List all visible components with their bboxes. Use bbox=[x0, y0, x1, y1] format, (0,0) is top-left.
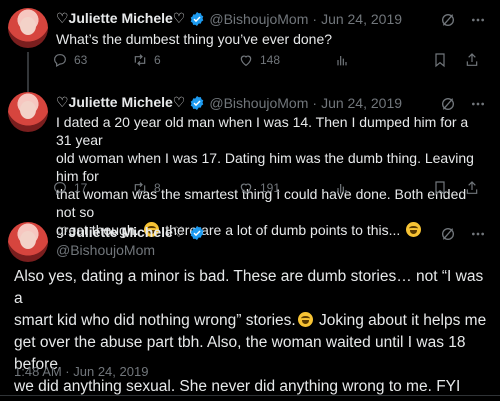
retweet-count: 8 bbox=[154, 181, 161, 195]
text-line: I dated a 20 year old man when I was 14.… bbox=[56, 114, 469, 148]
handle[interactable]: @BishoujoMom bbox=[209, 11, 308, 27]
like-icon bbox=[240, 55, 252, 67]
like-icon bbox=[240, 183, 252, 195]
reply-count: 17 bbox=[74, 181, 88, 195]
text-line: Also yes, dating a minor is bad. These a… bbox=[14, 268, 484, 307]
tweet-top-icons bbox=[440, 96, 486, 112]
retweet-button[interactable]: 8 bbox=[132, 180, 161, 196]
share-icon bbox=[466, 181, 478, 194]
tweet-3-focused[interactable]: ♡Juliette Michele♡ @BishoujoMom Also yes… bbox=[0, 214, 500, 401]
views-icon bbox=[337, 184, 347, 194]
separator-dot: · bbox=[312, 94, 318, 111]
verified-badge-icon bbox=[191, 95, 204, 110]
display-name[interactable]: ♡Juliette Michele♡ bbox=[56, 10, 185, 27]
text-fragment: Joking about it helps me bbox=[319, 312, 487, 329]
more-icon[interactable] bbox=[470, 226, 486, 242]
bookmark-icon bbox=[435, 181, 445, 196]
like-count: 191 bbox=[260, 181, 281, 195]
text-fragment: smart kid who did nothing wrong” stories… bbox=[14, 312, 296, 329]
like-count: 148 bbox=[260, 53, 281, 67]
avatar[interactable] bbox=[8, 8, 48, 48]
display-name[interactable]: ♡Juliette Michele♡ bbox=[56, 94, 185, 111]
retweet-button[interactable]: 6 bbox=[132, 52, 161, 68]
reply-button[interactable]: 63 bbox=[52, 52, 87, 68]
tweet-date[interactable]: Jun 24, 2019 bbox=[321, 11, 402, 27]
retweet-icon bbox=[134, 54, 146, 66]
share-button[interactable] bbox=[464, 180, 480, 196]
share-icon bbox=[466, 53, 478, 66]
emoji-laugh-cry bbox=[297, 312, 313, 327]
tweet-top-icons bbox=[440, 226, 486, 242]
tweet-header: ♡Juliette Michele♡ @BishoujoMom · Jun 24… bbox=[56, 94, 402, 111]
display-name[interactable]: ♡Juliette Michele♡ bbox=[56, 224, 185, 241]
views-button[interactable] bbox=[334, 52, 350, 68]
divider bbox=[0, 395, 500, 396]
thread-line bbox=[27, 84, 29, 90]
reply-button[interactable]: 17 bbox=[52, 180, 87, 196]
grok-icon[interactable] bbox=[440, 96, 456, 112]
bookmark-button[interactable] bbox=[432, 180, 448, 196]
more-icon[interactable] bbox=[470, 12, 486, 28]
tweet-top-icons bbox=[440, 12, 486, 28]
reply-count: 63 bbox=[74, 53, 88, 67]
tweet-date[interactable]: Jun 24, 2019 bbox=[321, 95, 402, 111]
bookmark-button[interactable] bbox=[432, 52, 448, 68]
retweet-count: 6 bbox=[154, 53, 161, 67]
bookmark-icon bbox=[435, 53, 445, 68]
text-line: smart kid who did nothing wrong” stories… bbox=[14, 310, 494, 332]
reply-icon bbox=[54, 182, 66, 196]
reply-icon bbox=[54, 54, 66, 68]
tweet-1[interactable]: ♡Juliette Michele♡ @BishoujoMom · Jun 24… bbox=[0, 0, 500, 92]
tweet-header: ♡Juliette Michele♡ bbox=[56, 224, 209, 241]
tweet-timestamp[interactable]: 1:48 AM · Jun 24, 2019 bbox=[14, 364, 148, 379]
handle[interactable]: @BishoujoMom bbox=[56, 242, 155, 258]
avatar[interactable] bbox=[8, 92, 48, 132]
views-button[interactable] bbox=[334, 180, 350, 196]
tweet-header: ♡Juliette Michele♡ @BishoujoMom · Jun 24… bbox=[56, 10, 402, 27]
avatar[interactable] bbox=[8, 222, 48, 262]
verified-badge-icon bbox=[191, 11, 204, 26]
tweet-2[interactable]: ♡Juliette Michele♡ @BishoujoMom · Jun 24… bbox=[0, 84, 500, 238]
like-button[interactable]: 191 bbox=[238, 180, 280, 196]
views-icon bbox=[337, 56, 347, 66]
grok-icon[interactable] bbox=[440, 226, 456, 242]
like-button[interactable]: 148 bbox=[238, 52, 280, 68]
handle[interactable]: @BishoujoMom bbox=[209, 95, 308, 111]
tweet-text: What’s the dumbest thing you’ve ever don… bbox=[56, 31, 333, 47]
share-button[interactable] bbox=[464, 52, 480, 68]
separator-dot: · bbox=[312, 10, 318, 27]
verified-badge-icon bbox=[191, 225, 204, 240]
more-icon[interactable] bbox=[470, 96, 486, 112]
grok-icon[interactable] bbox=[440, 12, 456, 28]
retweet-icon bbox=[134, 182, 146, 194]
